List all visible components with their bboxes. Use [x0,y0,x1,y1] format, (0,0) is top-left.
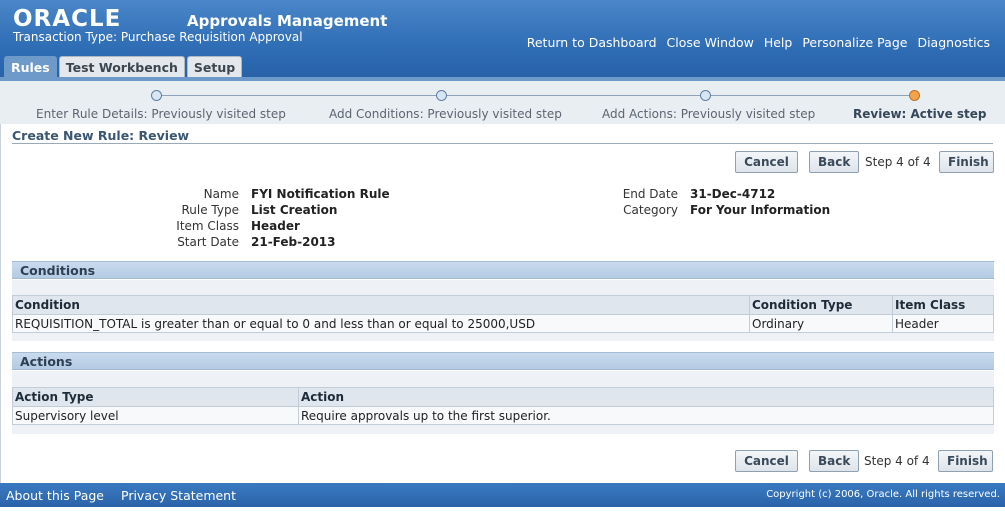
start-date-label: Start Date [177,235,239,249]
return-to-dashboard-link[interactable]: Return to Dashboard [527,35,657,50]
page-footer: About this Page Privacy Statement Copyri… [0,483,1005,507]
help-link[interactable]: Help [764,35,793,50]
tab-bar: Rules Test Workbench Setup [4,56,243,78]
about-this-page-link[interactable]: About this Page [6,488,104,503]
finish-button-bottom[interactable]: Finish [938,450,993,472]
train-step-2-label[interactable]: Add Conditions: Previously visited step [329,107,562,121]
diagnostics-link[interactable]: Diagnostics [917,35,990,50]
tab-rules[interactable]: Rules [4,56,57,78]
action-type-cell: Supervisory level [12,406,299,425]
end-date-value: 31-Dec-4712 [690,187,776,201]
actions-header-row: Action Type Action [12,387,994,407]
actions-header: Actions [12,352,994,370]
train-line [157,95,915,96]
train-step-1-label[interactable]: Enter Rule Details: Previously visited s… [36,107,286,121]
start-date-value: 21-Feb-2013 [251,235,336,249]
action-cell: Require approvals up to the first superi… [298,406,994,425]
condition-column-header: Condition [12,295,750,315]
item-class-label: Item Class [176,219,239,233]
oracle-logo: ORACLE [13,6,122,32]
personalize-page-link[interactable]: Personalize Page [802,35,907,50]
actions-table: Action Type Action Supervisory level Req… [12,387,994,425]
back-button-bottom[interactable]: Back [809,450,859,472]
transaction-type: Transaction Type: Purchase Requisition A… [13,30,303,44]
rule-type-value: List Creation [251,203,338,217]
train-step-4-icon [909,90,920,101]
conditions-table: Condition Condition Type Item Class REQU… [12,295,994,333]
action-type-column-header: Action Type [12,387,299,407]
process-train: Enter Rule Details: Previously visited s… [0,81,1005,124]
table-row: REQUISITION_TOTAL is greater than or equ… [12,314,994,333]
condition-type-cell: Ordinary [749,314,893,333]
app-title: Approvals Management [187,12,388,30]
page-title: Create New Rule: Review [12,128,190,143]
app-header: ORACLE Approvals Management Transaction … [0,0,1005,78]
train-step-3-label[interactable]: Add Actions: Previously visited step [602,107,815,121]
title-divider [12,143,993,144]
item-class-cell: Header [892,314,994,333]
category-label: Category [623,203,678,217]
global-links: Return to Dashboard Close Window Help Pe… [527,35,990,50]
train-step-2-icon[interactable] [436,90,447,101]
name-value: FYI Notification Rule [251,187,390,201]
copyright-text: Copyright (c) 2006, Oracle. All rights r… [766,489,1000,500]
condition-cell: REQUISITION_TOTAL is greater than or equ… [12,314,750,333]
train-step-3-icon[interactable] [700,90,711,101]
cancel-button-bottom[interactable]: Cancel [735,450,798,472]
step-indicator-top: Step 4 of 4 [865,155,931,169]
name-label: Name [203,187,239,201]
conditions-header-row: Condition Condition Type Item Class [12,295,994,315]
category-value: For Your Information [690,203,831,217]
train-step-4-label: Review: Active step [853,107,987,121]
tab-setup[interactable]: Setup [186,56,243,78]
item-class-column-header: Item Class [892,295,994,315]
back-button-top[interactable]: Back [809,151,859,173]
step-indicator-bottom: Step 4 of 4 [864,454,930,468]
tab-test-workbench[interactable]: Test Workbench [58,56,185,78]
conditions-header: Conditions [12,261,994,279]
privacy-statement-link[interactable]: Privacy Statement [121,488,236,503]
end-date-label: End Date [622,187,678,201]
close-window-link[interactable]: Close Window [667,35,754,50]
finish-button-top[interactable]: Finish [939,151,994,173]
rule-type-label: Rule Type [181,203,240,217]
cancel-button-top[interactable]: Cancel [735,151,798,173]
train-step-1-icon[interactable] [151,90,162,101]
table-row: Supervisory level Require approvals up t… [12,406,994,425]
condition-type-column-header: Condition Type [749,295,893,315]
action-column-header: Action [298,387,994,407]
content-edge [0,124,1,484]
item-class-value: Header [251,219,300,233]
